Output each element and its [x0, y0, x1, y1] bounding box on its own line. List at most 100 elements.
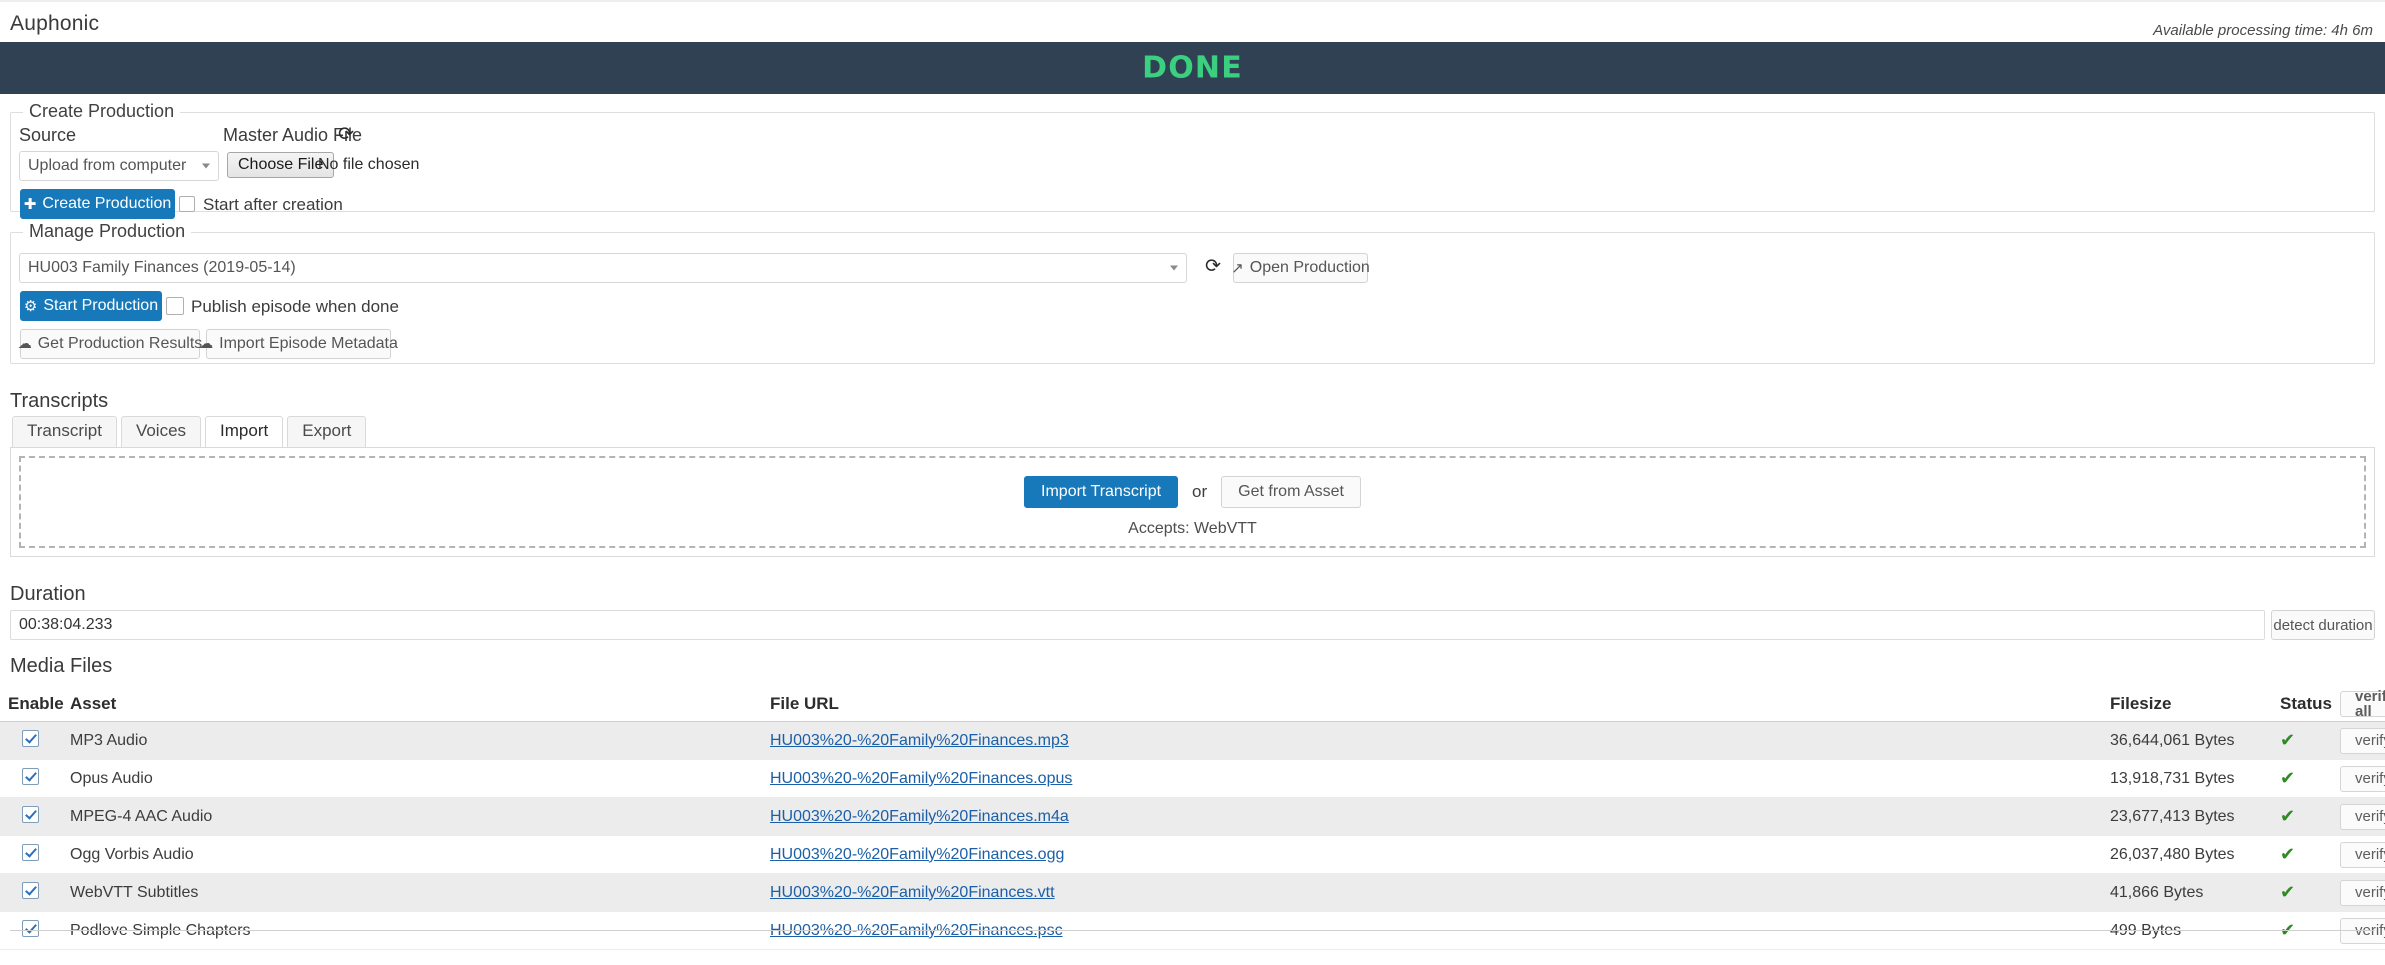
column-header-enable: Enable: [8, 693, 64, 713]
row-enable-cell: [0, 805, 70, 828]
row-enable-cell: [0, 843, 70, 866]
file-url-cell: HU003%20-%20Family%20Finances.opus: [770, 770, 2110, 788]
check-icon: ✔: [2280, 730, 2296, 751]
tab-transcript[interactable]: Transcript: [12, 416, 117, 447]
publish-episode-label: Publish episode when done: [191, 297, 399, 316]
enable-checkbox[interactable]: [22, 805, 39, 823]
check-icon: ✔: [2280, 844, 2296, 865]
enable-checkbox[interactable]: [22, 843, 39, 861]
status-banner-label: DONE: [1142, 50, 1243, 86]
import-transcript-button[interactable]: Import Transcript: [1024, 476, 1179, 508]
status-banner: DONE: [0, 42, 2385, 94]
manage-production-legend: Manage Production: [23, 221, 192, 242]
app-brand: Auphonic: [10, 12, 100, 35]
create-production-button[interactable]: ✚ Create Production: [20, 189, 175, 219]
verify-button[interactable]: verify: [2340, 765, 2385, 792]
open-production-button[interactable]: ↗ Open Production: [1231, 253, 1370, 283]
source-select[interactable]: Upload from computer: [19, 151, 219, 181]
file-url-link[interactable]: HU003%20-%20Family%20Finances.mp3: [770, 732, 1069, 749]
transcript-dropzone[interactable]: Import Transcript or Get from Asset Acce…: [19, 456, 2366, 548]
duration-input[interactable]: 00:38:04.233: [10, 610, 2265, 640]
file-url-cell: HU003%20-%20Family%20Finances.ogg: [770, 846, 2110, 864]
row-action-cell: verify: [2340, 841, 2385, 868]
media-files-title: Media Files: [10, 655, 113, 677]
asset-name: Ogg Vorbis Audio: [70, 845, 194, 863]
enable-checkbox[interactable]: [22, 919, 39, 937]
status-cell: ✔: [2280, 882, 2340, 903]
verify-all-cell: verify all: [2340, 689, 2385, 719]
detect-duration-button[interactable]: detect duration: [2271, 610, 2375, 640]
file-url-cell: HU003%20-%20Family%20Finances.mp3: [770, 732, 2110, 750]
asset-name: MP3 Audio: [70, 731, 148, 749]
tab-voices[interactable]: Voices: [120, 416, 202, 447]
get-production-results-button[interactable]: ☁ Get Production Results: [17, 329, 203, 359]
table-row: Ogg Vorbis Audio HU003%20-%20Family%20Fin…: [0, 836, 2385, 874]
filesize-value: 23,677,413 Bytes: [2110, 807, 2235, 825]
choose-file-label: Choose File: [238, 156, 324, 173]
column-header-asset: Asset: [70, 693, 117, 713]
get-from-asset-button-label: Get from Asset: [1238, 483, 1344, 500]
filesize-value: 13,918,731 Bytes: [2110, 769, 2235, 787]
row-action-cell: verify: [2340, 727, 2385, 754]
media-files-header-row: Enable Asset File URL Filesize Status ve…: [0, 689, 2385, 722]
check-icon: ✔: [2280, 882, 2296, 903]
verify-button[interactable]: verify: [2340, 841, 2385, 868]
tab-export[interactable]: Export: [287, 416, 367, 447]
open-production-button-label: Open Production: [1249, 259, 1370, 276]
row-action-cell: verify: [2340, 879, 2385, 906]
publish-episode-checkbox[interactable]: [166, 297, 184, 315]
import-episode-metadata-button[interactable]: ☁ Import Episode Metadata: [199, 329, 398, 359]
table-row: WebVTT Subtitles HU003%20-%20Family%20Fin…: [0, 874, 2385, 912]
get-production-results-label: Get Production Results: [37, 335, 203, 352]
verify-button[interactable]: verify: [2340, 879, 2385, 906]
file-url-link[interactable]: HU003%20-%20Family%20Finances.ogg: [770, 846, 1064, 863]
create-production-button-label: Create Production: [42, 195, 172, 212]
get-from-asset-button[interactable]: Get from Asset: [1221, 476, 1361, 508]
source-label: Source: [19, 125, 77, 145]
enable-checkbox[interactable]: [22, 767, 39, 785]
status-cell: ✔: [2280, 844, 2340, 865]
external-link-icon: ↗: [1231, 259, 1244, 277]
start-production-button[interactable]: ⚙ Start Production: [20, 291, 162, 321]
cloud-download-icon-2: ☁: [199, 336, 214, 352]
column-header-status: Status: [2280, 693, 2332, 713]
production-refresh-icon[interactable]: ⟳: [1205, 255, 1221, 277]
top-divider: [0, 0, 2385, 2]
refresh-icon[interactable]: ⟳: [338, 123, 354, 145]
transcript-import-actions: Import Transcript or Get from Asset: [21, 476, 2364, 508]
media-files-table: Enable Asset File URL Filesize Status ve…: [0, 689, 2385, 950]
chevron-down-icon: [202, 163, 210, 169]
row-enable-cell: [0, 881, 70, 904]
tab-import[interactable]: Import: [205, 416, 284, 447]
row-enable-cell: [0, 729, 70, 752]
file-url-link[interactable]: HU003%20-%20Family%20Finances.opus: [770, 770, 1072, 787]
row-action-cell: verify: [2340, 803, 2385, 830]
verify-all-button[interactable]: verify all: [2340, 689, 2385, 719]
check-icon: ✔: [2280, 768, 2296, 789]
status-cell: ✔: [2280, 768, 2340, 789]
asset-name: WebVTT Subtitles: [70, 883, 199, 901]
verify-button[interactable]: verify: [2340, 727, 2385, 754]
start-after-creation-checkbox[interactable]: [179, 196, 195, 212]
cloud-download-icon: ☁: [17, 336, 32, 352]
enable-checkbox[interactable]: [22, 881, 39, 899]
asset-name: Opus Audio: [70, 769, 153, 787]
media-files-row-host: MP3 Audio HU003%20-%20Family%20Finances.m…: [0, 722, 2385, 950]
production-select[interactable]: HU003 Family Finances (2019-05-14): [19, 253, 1187, 283]
create-production-panel: Create Production Source Master Audio Fi…: [10, 101, 2375, 219]
status-cell: ✔: [2280, 806, 2340, 827]
row-enable-cell: [0, 767, 70, 790]
start-production-button-label: Start Production: [43, 297, 159, 314]
table-row: MP3 Audio HU003%20-%20Family%20Finances.m…: [0, 722, 2385, 760]
verify-button[interactable]: verify: [2340, 803, 2385, 830]
row-action-cell: verify: [2340, 765, 2385, 792]
accepts-format-note: Accepts: WebVTT: [1128, 520, 1257, 537]
check-icon: ✔: [2280, 806, 2296, 827]
asset-name: MPEG-4 AAC Audio: [70, 807, 213, 825]
import-transcript-button-label: Import Transcript: [1041, 483, 1162, 500]
chevron-down-icon: [1170, 265, 1178, 271]
app-root: Auphonic Available processing time: 4h 6…: [0, 0, 2385, 965]
file-url-link[interactable]: HU003%20-%20Family%20Finances.vtt: [770, 884, 1055, 901]
file-url-link[interactable]: HU003%20-%20Family%20Finances.m4a: [770, 808, 1069, 825]
enable-checkbox[interactable]: [22, 729, 39, 747]
